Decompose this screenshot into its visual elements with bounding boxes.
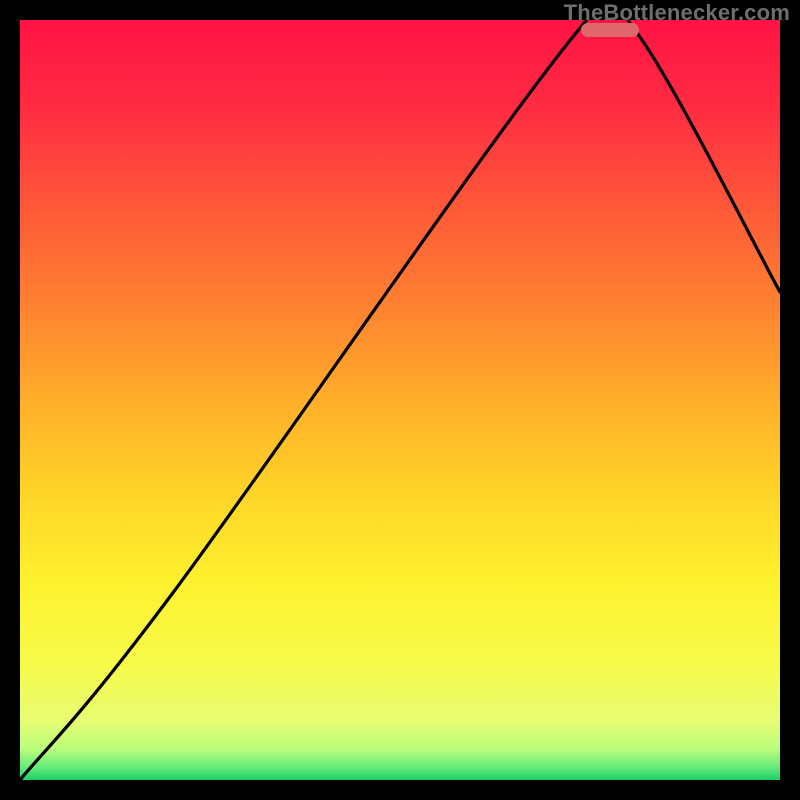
chart-svg xyxy=(20,20,780,780)
gradient-rect xyxy=(20,20,780,780)
plot-area xyxy=(20,20,780,780)
chart-frame: TheBottlenecker.com xyxy=(0,0,800,800)
highlight-marker xyxy=(581,23,639,37)
